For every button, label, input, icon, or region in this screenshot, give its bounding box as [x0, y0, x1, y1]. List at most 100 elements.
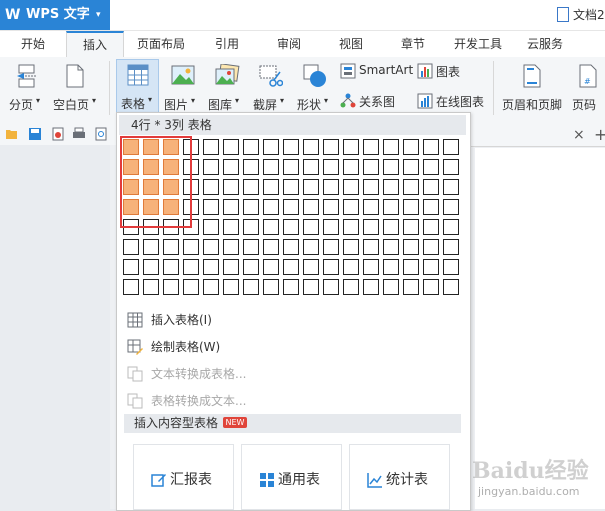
grid-cell[interactable] — [283, 199, 299, 215]
grid-cell[interactable] — [403, 219, 419, 235]
grid-cell[interactable] — [423, 159, 439, 175]
screenshot-button[interactable]: 截屏 ▾ — [251, 61, 291, 113]
grid-cell[interactable] — [183, 259, 199, 275]
grid-cell[interactable] — [403, 159, 419, 175]
grid-cell[interactable] — [243, 179, 259, 195]
header-footer-button[interactable]: 页眉和页脚 — [500, 61, 566, 113]
grid-cell[interactable] — [243, 279, 259, 295]
grid-cell[interactable] — [163, 259, 179, 275]
grid-cell[interactable] — [363, 179, 379, 195]
close-icon[interactable]: × — [573, 127, 585, 143]
grid-cell[interactable] — [283, 279, 299, 295]
grid-cell[interactable] — [423, 239, 439, 255]
grid-cell[interactable] — [123, 279, 139, 295]
online-chart-button[interactable]: 在线图表 — [417, 91, 489, 111]
chevron-down-icon[interactable]: ▾ — [96, 7, 110, 23]
grid-cell[interactable] — [243, 199, 259, 215]
grid-cell[interactable] — [303, 139, 319, 155]
grid-cell[interactable] — [383, 279, 399, 295]
grid-cell[interactable] — [403, 139, 419, 155]
print-preview-icon[interactable] — [94, 127, 108, 141]
grid-cell[interactable] — [363, 159, 379, 175]
grid-cell[interactable] — [403, 199, 419, 215]
grid-cell[interactable] — [143, 259, 159, 275]
page-break-button[interactable]: 分页 ▾ — [6, 61, 46, 113]
grid-cell[interactable] — [223, 199, 239, 215]
grid-cell[interactable] — [243, 239, 259, 255]
grid-cell[interactable] — [303, 259, 319, 275]
grid-cell[interactable] — [383, 139, 399, 155]
grid-cell[interactable] — [263, 279, 279, 295]
grid-cell[interactable] — [343, 219, 359, 235]
grid-cell[interactable] — [203, 219, 219, 235]
grid-cell[interactable] — [203, 199, 219, 215]
grid-cell[interactable] — [203, 179, 219, 195]
grid-cell[interactable] — [343, 139, 359, 155]
wps-menu-button[interactable]: W WPS 文字 ▾ — [0, 0, 110, 30]
grid-cell[interactable] — [243, 219, 259, 235]
grid-cell[interactable] — [423, 259, 439, 275]
grid-cell[interactable] — [163, 279, 179, 295]
grid-cell[interactable] — [303, 219, 319, 235]
grid-cell[interactable] — [263, 219, 279, 235]
grid-cell[interactable] — [323, 279, 339, 295]
grid-cell[interactable] — [383, 199, 399, 215]
grid-cell[interactable] — [443, 259, 459, 275]
grid-cell[interactable] — [343, 179, 359, 195]
grid-cell[interactable] — [203, 159, 219, 175]
grid-cell[interactable] — [383, 259, 399, 275]
grid-cell[interactable] — [183, 279, 199, 295]
grid-cell[interactable] — [323, 179, 339, 195]
grid-cell[interactable] — [403, 279, 419, 295]
chart-button[interactable]: 图表 — [417, 61, 465, 81]
grid-cell[interactable] — [263, 199, 279, 215]
tab-references[interactable]: 引用 — [215, 31, 239, 57]
grid-cell[interactable] — [443, 199, 459, 215]
statistics-table-card[interactable]: 统计表 — [349, 444, 450, 510]
grid-cell[interactable] — [403, 239, 419, 255]
grid-cell[interactable] — [323, 259, 339, 275]
grid-cell[interactable] — [343, 259, 359, 275]
shape-button[interactable]: 形状 ▾ — [295, 61, 335, 113]
page-number-button[interactable]: # 页码 — [570, 61, 605, 113]
grid-cell[interactable] — [243, 159, 259, 175]
grid-cell[interactable] — [363, 199, 379, 215]
grid-cell[interactable] — [303, 279, 319, 295]
grid-cell[interactable] — [323, 159, 339, 175]
grid-cell[interactable] — [183, 239, 199, 255]
save-icon[interactable] — [28, 127, 42, 141]
grid-cell[interactable] — [403, 259, 419, 275]
grid-cell[interactable] — [383, 159, 399, 175]
grid-cell[interactable] — [443, 239, 459, 255]
grid-cell[interactable] — [223, 239, 239, 255]
grid-cell[interactable] — [283, 139, 299, 155]
grid-cell[interactable] — [303, 199, 319, 215]
grid-cell[interactable] — [283, 219, 299, 235]
grid-cell[interactable] — [143, 279, 159, 295]
report-table-card[interactable]: 汇报表 — [133, 444, 234, 510]
grid-cell[interactable] — [243, 139, 259, 155]
grid-cell[interactable] — [383, 179, 399, 195]
relation-diagram-button[interactable]: 关系图 — [340, 91, 400, 111]
grid-cell[interactable] — [323, 239, 339, 255]
tab-cloud[interactable]: 云服务 — [527, 31, 563, 57]
grid-cell[interactable] — [223, 139, 239, 155]
grid-cell[interactable] — [323, 219, 339, 235]
open-folder-icon[interactable] — [5, 127, 19, 141]
grid-cell[interactable] — [203, 139, 219, 155]
grid-cell[interactable] — [363, 259, 379, 275]
grid-cell[interactable] — [423, 179, 439, 195]
grid-cell[interactable] — [263, 159, 279, 175]
grid-cell[interactable] — [243, 259, 259, 275]
grid-cell[interactable] — [363, 139, 379, 155]
blank-page-button[interactable]: 空白页 ▾ — [52, 61, 104, 113]
tab-sections[interactable]: 章节 — [401, 31, 425, 57]
grid-cell[interactable] — [323, 199, 339, 215]
picture-button[interactable]: 图片 ▾ — [162, 61, 202, 113]
grid-cell[interactable] — [423, 139, 439, 155]
grid-cell[interactable] — [423, 219, 439, 235]
grid-cell[interactable] — [363, 279, 379, 295]
gallery-button[interactable]: 图库 ▾ — [206, 61, 246, 113]
grid-cell[interactable] — [343, 199, 359, 215]
grid-cell[interactable] — [303, 159, 319, 175]
